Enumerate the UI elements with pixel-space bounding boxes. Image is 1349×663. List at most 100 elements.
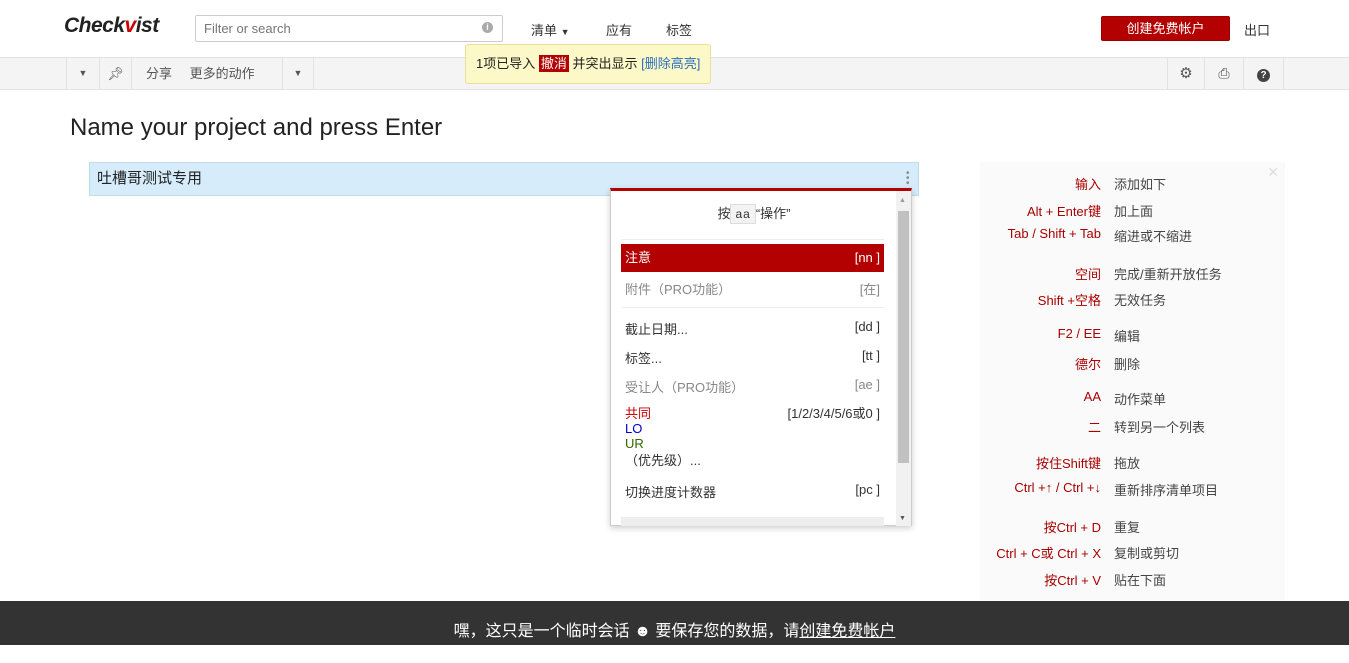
nav-due[interactable]: 应有 <box>606 20 632 39</box>
shortcut-desc: 缩进或不缩进 <box>1114 226 1192 245</box>
more-vertical-icon[interactable]: ••• <box>906 171 910 186</box>
menu-item-key: [1/2/3/4/5/6或0 ] <box>787 406 880 421</box>
page-title: Name your project and press Enter <box>70 114 442 142</box>
shortcut-row: Shift +空格无效任务 <box>980 290 1285 310</box>
shortcut-desc: 加上面 <box>1114 201 1153 220</box>
menu-item-assignee[interactable]: 受让人（PRO功能）[ae ] <box>621 377 884 396</box>
shortcut-key: AA <box>1084 389 1101 404</box>
shortcut-key: 按Ctrl + V <box>1044 570 1101 589</box>
info-icon[interactable]: i <box>482 22 493 33</box>
search-input[interactable] <box>195 15 503 42</box>
menu-item-label: 附件（PRO功能） <box>625 282 731 297</box>
menu-item-key: [tt ] <box>862 348 880 363</box>
logout-link[interactable]: 出口 <box>1244 20 1270 39</box>
footer-text: 嘿，这只是一个临时会话 ☻ 要保存您的数据，请 <box>454 623 800 640</box>
shortcut-key: 空间 <box>1075 264 1101 283</box>
shortcut-desc: 删除 <box>1114 354 1140 373</box>
scrollbar-thumb[interactable] <box>898 211 909 463</box>
caret-down-icon[interactable]: ▼ <box>66 58 100 89</box>
shortcut-key: Shift +空格 <box>1038 290 1101 309</box>
shortcut-row: 按Ctrl + V 贴在下面 <box>980 570 1285 590</box>
menu-item-key: [pc ] <box>855 482 880 497</box>
menu-actions: “操作” <box>756 206 791 221</box>
undo-button[interactable]: 撤消 <box>539 55 569 72</box>
shortcut-row: F2 / EE 编辑 <box>980 326 1285 346</box>
remove-highlight-link[interactable]: [删除高亮] <box>641 56 700 71</box>
shortcut-row: 输入添加如下 <box>980 174 1285 194</box>
gear-icon[interactable]: ⚙ <box>1167 58 1205 89</box>
more-actions-button[interactable]: 更多的动作 <box>190 66 255 81</box>
menu-item-priority[interactable]: 共同 LO UR （优先级）... [1/2/3/4/5/6或0 ] <box>621 406 884 468</box>
create-account-button[interactable]: 创建免费帐户 <box>1101 16 1230 41</box>
scrollbar[interactable]: ▲ ▼ <box>896 191 911 526</box>
shortcut-desc: 重复 <box>1114 517 1140 536</box>
menu-item-label: 截止日期... <box>625 322 688 337</box>
shortcut-row: 二转到另一个列表 <box>980 417 1285 437</box>
more-actions-caret-icon[interactable]: ▼ <box>282 58 314 89</box>
menu-item-key: [在] <box>860 279 880 298</box>
priority-blue: LO <box>625 421 880 436</box>
menu-header: 按aa“操作” <box>611 203 897 222</box>
actions-menu: 按aa“操作” 注意 [nn ] 附件（PRO功能） [在] 截止日期... [dd … <box>610 188 912 526</box>
shortcut-key: Ctrl + C或 Ctrl + X <box>996 543 1101 562</box>
menu-item-label: 受让人（PRO功能） <box>625 380 744 395</box>
shortcut-desc: 无效任务 <box>1114 290 1166 309</box>
shortcut-key: Alt + Enter键 <box>1027 201 1101 220</box>
print-icon[interactable]: ⎙ <box>1205 58 1244 89</box>
shortcut-key: F2 / EE <box>1058 326 1101 341</box>
scroll-up-icon[interactable]: ▲ <box>899 197 906 204</box>
menu-item-partial <box>621 517 884 526</box>
menu-press: 按 <box>717 206 730 221</box>
nav-lists-label: 清单 <box>531 23 557 38</box>
shortcut-desc: 动作菜单 <box>1114 389 1166 408</box>
shortcut-desc: 复制或剪切 <box>1114 543 1179 562</box>
shortcut-row: Ctrl + C或 Ctrl + X 复制或剪切 <box>980 543 1285 563</box>
share-button[interactable]: 分享 <box>146 66 172 81</box>
help-icon[interactable]: ? <box>1244 58 1284 89</box>
divider <box>621 239 884 240</box>
notice-text: 1项已导入 <box>476 56 535 71</box>
import-notice: 1项已导入 撤消 并突出显示 [删除高亮] <box>465 44 711 84</box>
shortcut-key: Tab / Shift + Tab <box>1008 226 1101 241</box>
shortcut-key: 按Ctrl + D <box>1044 517 1101 536</box>
menu-item-note[interactable]: 注意 [nn ] <box>621 244 884 272</box>
shortcut-desc: 编辑 <box>1114 326 1140 345</box>
shortcut-key: 按住Shift键 <box>1036 453 1101 472</box>
logo[interactable]: Checkvist <box>64 14 159 38</box>
shortcut-desc: 转到另一个列表 <box>1114 417 1205 436</box>
pin-icon[interactable]: 📌︎ <box>100 58 132 89</box>
shortcut-row: AA 动作菜单 <box>980 389 1285 409</box>
shortcut-desc: 重新排序清单项目 <box>1114 480 1218 499</box>
shortcut-desc: 添加如下 <box>1114 174 1166 193</box>
scroll-down-icon[interactable]: ▼ <box>899 515 906 522</box>
divider <box>621 307 884 308</box>
nav-lists[interactable]: 清单 ▼ <box>531 20 570 39</box>
menu-item-label: 标签... <box>625 351 662 366</box>
menu-item-label: 注意 <box>625 250 651 265</box>
menu-item-due-date[interactable]: 截止日期... [dd ] <box>621 319 884 338</box>
shortcut-row: Alt + Enter键加上面 <box>980 201 1285 221</box>
shortcut-key: 二 <box>1088 417 1101 436</box>
menu-item-attachment[interactable]: 附件（PRO功能） [在] <box>621 279 884 298</box>
shortcut-desc: 贴在下面 <box>1114 570 1166 589</box>
menu-item-key: [dd ] <box>855 319 880 334</box>
menu-key: aa <box>730 204 755 224</box>
footer-banner: 嘿，这只是一个临时会话 ☻ 要保存您的数据，请创建免费帐户 <box>0 601 1349 645</box>
shortcut-key: 输入 <box>1075 174 1101 193</box>
shortcut-key: Ctrl +↑ / Ctrl +↓ <box>1014 480 1101 495</box>
shortcut-row: Tab / Shift + Tab 缩进或不缩进 <box>980 226 1285 246</box>
menu-item-progress-counter[interactable]: 切换进度计数器 [pc ] <box>621 482 884 501</box>
menu-item-key: [nn ] <box>855 244 880 272</box>
shortcut-desc: 拖放 <box>1114 453 1140 472</box>
create-account-link[interactable]: 创建免费帐户 <box>799 623 895 640</box>
menu-item-label: 切换进度计数器 <box>625 485 716 500</box>
shortcut-key: 德尔 <box>1075 354 1101 373</box>
shortcut-row: 按Ctrl + D 重复 <box>980 517 1285 537</box>
nav-tags[interactable]: 标签 <box>666 20 692 39</box>
shortcuts-panel: ✕ 输入添加如下Alt + Enter键加上面Tab / Shift + Tab… <box>980 162 1285 600</box>
priority-green: UR <box>625 436 880 451</box>
menu-item-tags[interactable]: 标签... [tt ] <box>621 348 884 367</box>
notice-text-2: 并突出显示 <box>573 56 638 71</box>
shortcut-row: 德尔删除 <box>980 354 1285 374</box>
shortcut-row: Ctrl +↑ / Ctrl +↓ 重新排序清单项目 <box>980 480 1285 500</box>
